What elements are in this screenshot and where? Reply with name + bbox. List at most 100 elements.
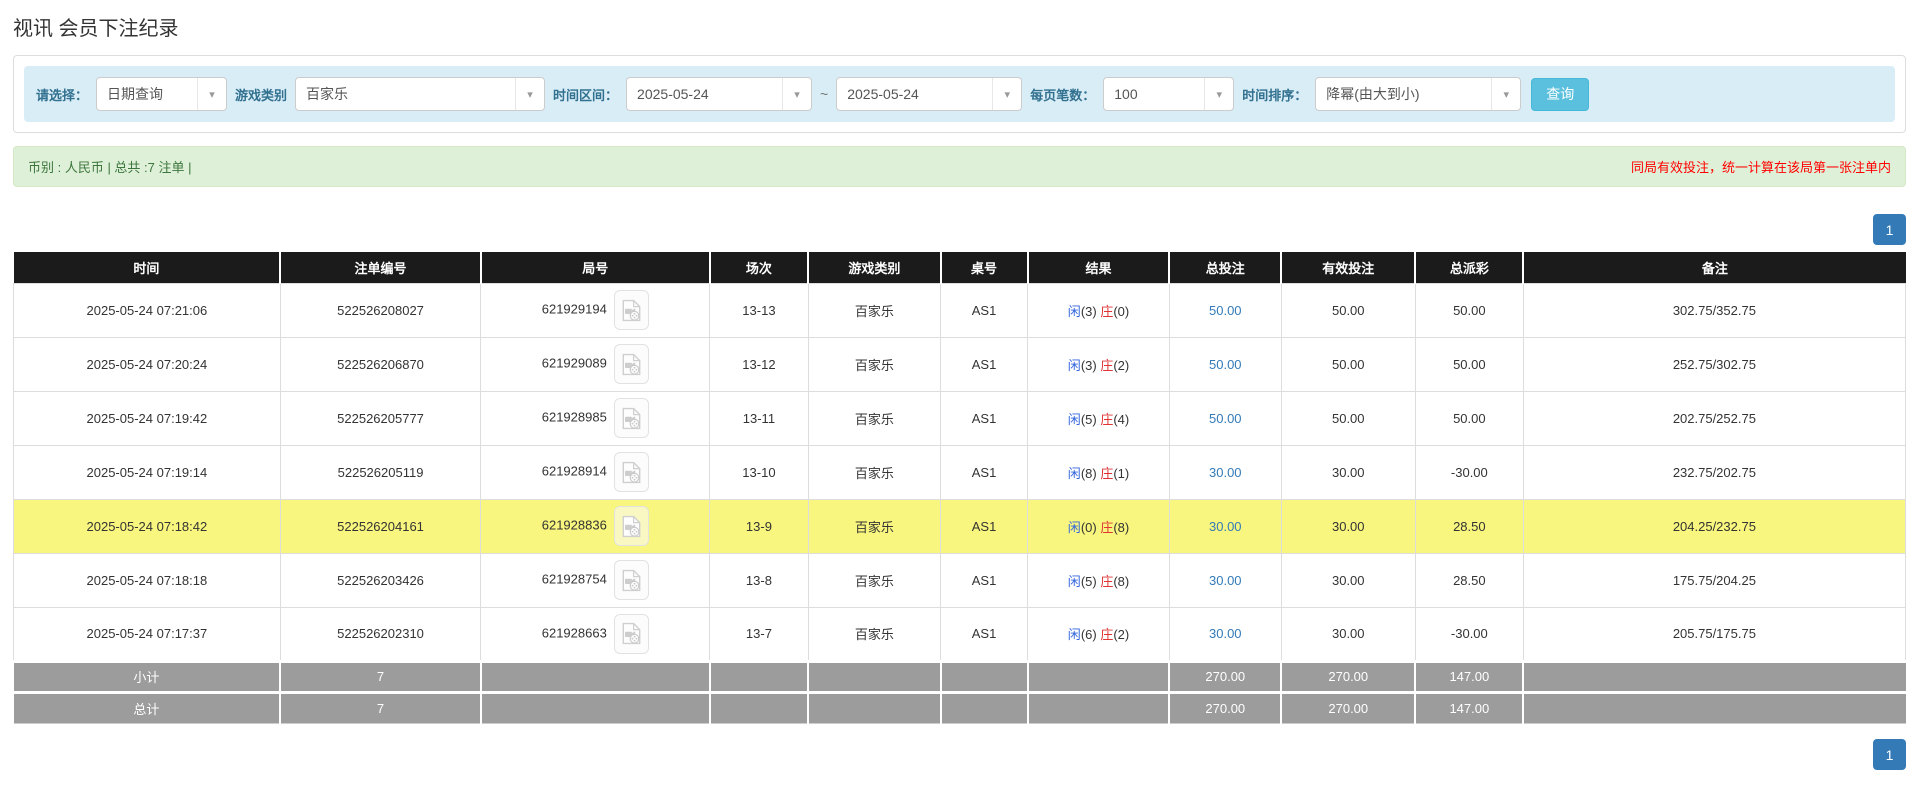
payout-cell: -30.00 [1414, 444, 1524, 500]
round-cell: 621928985 [480, 390, 711, 446]
bet-id-cell: 522526205119 [279, 444, 482, 500]
column-header: 游戏类别 [807, 252, 941, 283]
game-type-cell: 百家乐 [807, 498, 942, 554]
valid-bet-cell: 30.00 [1280, 552, 1416, 608]
remark-cell: 252.75/302.75 [1522, 336, 1907, 392]
result-banker: 庄 [1100, 465, 1114, 481]
total-bet-link[interactable]: 30.00 [1209, 573, 1242, 588]
round-number: 621929194 [541, 301, 607, 317]
time-cell: 2025-05-24 07:20:24 [13, 336, 281, 392]
column-header: 注单编号 [279, 252, 481, 283]
chevron-down-icon[interactable]: ▾ [782, 78, 811, 110]
round-number: 621928836 [541, 517, 607, 533]
total-bet-link[interactable]: 30.00 [1209, 626, 1242, 641]
sort-order-select[interactable]: 降幂(由大到小) ▾ [1315, 77, 1522, 111]
session-cell: 13-8 [709, 552, 809, 608]
total-bet-cell: 50.00 [1168, 390, 1282, 446]
chevron-down-icon[interactable]: ▾ [515, 78, 544, 110]
video-replay-button[interactable] [613, 344, 649, 384]
sort-order-value: 降幂(由大到小) [1326, 86, 1420, 102]
page-number-button[interactable]: 1 [1873, 738, 1906, 770]
page-size-select[interactable]: 100 ▾ [1103, 77, 1235, 111]
valid-bet-cell: 30.00 [1280, 498, 1416, 554]
footer-total-bet-cell: 270.00 [1168, 690, 1282, 723]
payout-cell: 50.00 [1414, 390, 1524, 446]
footer-total-bet-cell: 270.00 [1168, 659, 1282, 692]
subtotal-row: 小计 7 270.00 270.00 147.00 [13, 659, 1906, 692]
date-to-select[interactable]: 2025-05-24 ▾ [836, 77, 1023, 111]
remark-cell: 202.75/252.75 [1522, 390, 1907, 446]
video-replay-button[interactable] [613, 560, 649, 600]
video-replay-icon [622, 299, 641, 321]
table-number-cell: AS1 [940, 336, 1029, 392]
result-player: 闲 [1067, 357, 1081, 373]
date-range-separator: ~ [820, 86, 829, 102]
chevron-down-icon[interactable]: ▾ [1204, 78, 1233, 110]
summary-bar: 币别 : 人民币 | 总共 :7 注单 | 同局有效投注，统一计算在该局第一张注… [13, 146, 1906, 187]
date-to-value: 2025-05-24 [847, 86, 919, 102]
game-type-cell: 百家乐 [807, 336, 942, 392]
valid-bet-cell: 50.00 [1280, 282, 1416, 338]
video-replay-button[interactable] [613, 613, 649, 654]
remark-cell: 232.75/202.75 [1522, 444, 1907, 500]
date-from-select[interactable]: 2025-05-24 ▾ [626, 77, 813, 111]
result-banker-count: (1) [1113, 465, 1130, 481]
result-player-count: (6) [1080, 627, 1097, 642]
table-row: 2025-05-24 07:18:42 522526204161 621928836… [13, 498, 1907, 554]
total-bet-link[interactable]: 50.00 [1209, 303, 1242, 318]
video-replay-button[interactable] [613, 290, 649, 330]
total-bet-link[interactable]: 50.00 [1209, 411, 1242, 426]
page-number-button[interactable]: 1 [1873, 214, 1906, 245]
footer-count-cell: 7 [279, 659, 481, 692]
search-button[interactable]: 查询 [1531, 77, 1590, 111]
video-replay-button[interactable] [613, 506, 649, 546]
video-replay-icon [622, 461, 641, 483]
pagination-top: 1 [13, 214, 1906, 245]
table-row: 2025-05-24 07:20:24 522526206870 621929089… [13, 336, 1907, 392]
game-type-value: 百家乐 [306, 86, 349, 102]
video-replay-button[interactable] [613, 452, 649, 492]
result-cell: 闲(3) 庄(0) [1027, 282, 1170, 338]
result-banker-count: (8) [1113, 573, 1130, 589]
column-header: 桌号 [939, 252, 1028, 283]
chevron-down-icon[interactable]: ▾ [1491, 78, 1520, 110]
game-type-select[interactable]: 百家乐 ▾ [295, 77, 546, 111]
footer-valid-bet-cell: 270.00 [1280, 690, 1416, 723]
total-bet-link[interactable]: 30.00 [1209, 519, 1242, 534]
select-type-label: 请选择： [36, 87, 89, 103]
round-number: 621928985 [541, 409, 607, 425]
query-type-select[interactable]: 日期查询 ▾ [96, 77, 228, 111]
video-replay-button[interactable] [613, 398, 649, 438]
result-banker-count: (8) [1113, 519, 1130, 535]
footer-empty-cell [1026, 659, 1170, 692]
payout-cell: 50.00 [1414, 336, 1524, 392]
remark-cell: 175.75/204.25 [1522, 552, 1907, 608]
game-type-cell: 百家乐 [807, 552, 942, 608]
round-cell: 621929194 [480, 282, 711, 338]
chevron-down-icon[interactable]: ▾ [992, 78, 1021, 110]
footer-empty-cell [479, 659, 710, 692]
game-type-cell: 百家乐 [807, 390, 942, 446]
total-bet-cell: 30.00 [1168, 444, 1282, 500]
total-bet-link[interactable]: 30.00 [1209, 465, 1242, 480]
remark-cell: 205.75/175.75 [1522, 606, 1907, 662]
chevron-down-icon[interactable]: ▾ [197, 78, 226, 110]
total-bet-cell: 50.00 [1168, 282, 1282, 338]
time-cell: 2025-05-24 07:18:42 [13, 498, 281, 554]
bet-records-table: 时间 注单编号 局号 场次 游戏类别 桌号 结果 总投注 有效投注 总派彩 备注 2025-05-2… [13, 252, 1907, 724]
footer-empty-cell [807, 690, 941, 723]
valid-bet-cell: 30.00 [1280, 606, 1416, 662]
grand-total-row: 总计 7 270.00 270.00 147.00 [13, 690, 1906, 723]
valid-bet-cell: 50.00 [1280, 336, 1416, 392]
table-row: 2025-05-24 07:21:06 522526208027 621929194… [13, 282, 1907, 338]
footer-count-cell: 7 [279, 690, 481, 723]
game-type-cell: 百家乐 [807, 282, 942, 338]
filter-bar: 请选择： 日期查询 ▾ 游戏类别 百家乐 ▾ 时间区间： 2025-05-24 … [24, 66, 1895, 122]
result-banker: 庄 [1100, 357, 1114, 373]
total-bet-link[interactable]: 50.00 [1209, 357, 1242, 372]
bet-id-cell: 522526206870 [279, 336, 482, 392]
time-cell: 2025-05-24 07:21:06 [13, 282, 281, 338]
footer-empty-cell [479, 690, 710, 723]
footer-label-cell: 小计 [13, 659, 281, 692]
time-cell: 2025-05-24 07:17:37 [13, 606, 281, 662]
